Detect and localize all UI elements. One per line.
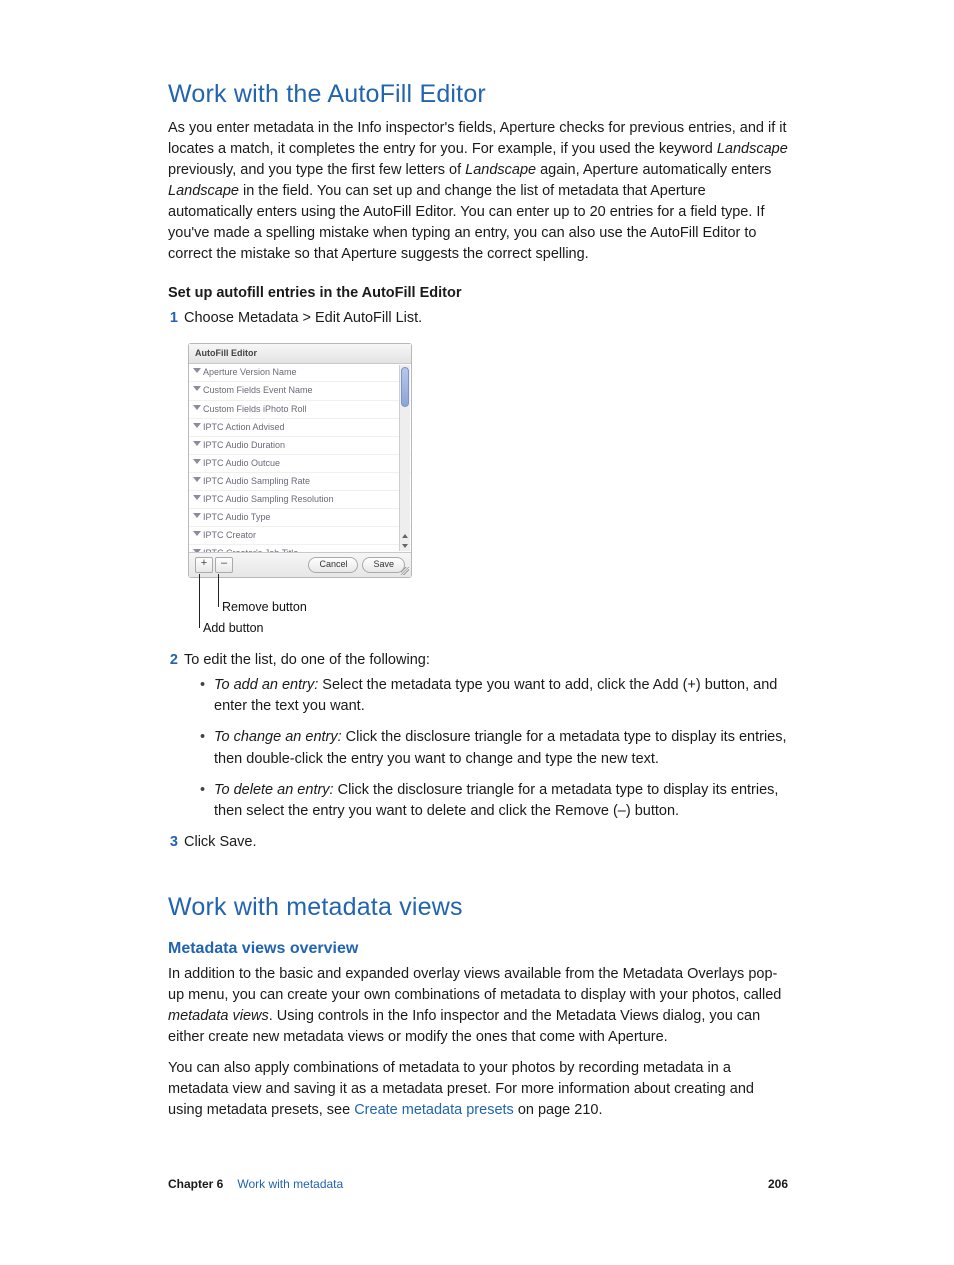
list-item[interactable]: IPTC Creator	[189, 527, 411, 545]
add-button[interactable]: +	[195, 557, 213, 573]
list-item[interactable]: IPTC Creator's Job Title	[189, 545, 411, 553]
step-number: 2	[162, 650, 178, 671]
step-text: Choose Metadata > Edit AutoFill List.	[184, 310, 422, 326]
scroll-down-icon[interactable]	[400, 541, 410, 551]
text: in the field. You can set up and change …	[168, 183, 764, 262]
disclosure-triangle-icon[interactable]	[193, 495, 201, 500]
footer-chapter-name: Work with metadata	[237, 1176, 343, 1193]
disclosure-triangle-icon[interactable]	[193, 459, 201, 464]
disclosure-triangle-icon[interactable]	[193, 423, 201, 428]
text: In addition to the basic and expanded ov…	[168, 966, 781, 1003]
list-item[interactable]: IPTC Action Advised	[189, 419, 411, 437]
step-number: 1	[162, 308, 178, 329]
resize-handle-icon[interactable]	[401, 567, 409, 575]
link-create-metadata-presets[interactable]: Create metadata presets	[354, 1102, 514, 1118]
list-item[interactable]: Custom Fields Event Name	[189, 382, 411, 400]
callout-add: Add button	[203, 619, 263, 637]
bullet-label: To change an entry:	[214, 729, 342, 745]
step-number: 3	[162, 832, 178, 853]
footer-chapter: Chapter 6	[168, 1176, 223, 1193]
disclosure-triangle-icon[interactable]	[193, 386, 201, 391]
remove-button[interactable]: –	[215, 557, 233, 573]
text-italic: Landscape	[168, 183, 239, 199]
scrollbar-thumb[interactable]	[401, 367, 409, 407]
list-item[interactable]: IPTC Audio Outcue	[189, 455, 411, 473]
task-heading: Set up autofill entries in the AutoFill …	[168, 283, 788, 304]
paragraph: You can also apply combinations of metad…	[168, 1058, 788, 1121]
bullet-label: To delete an entry:	[214, 782, 334, 798]
disclosure-triangle-icon[interactable]	[193, 368, 201, 373]
list-item[interactable]: IPTC Audio Sampling Rate	[189, 473, 411, 491]
heading-autofill: Work with the AutoFill Editor	[168, 76, 788, 112]
dialog-title: AutoFill Editor	[189, 344, 411, 364]
bullet-label: To add an entry:	[214, 677, 318, 693]
screenshot-autofill-editor: AutoFill Editor Aperture Version Name Cu…	[188, 343, 788, 640]
list-item[interactable]: IPTC Audio Type	[189, 509, 411, 527]
save-button[interactable]: Save	[362, 557, 405, 573]
step-text: To edit the list, do one of the followin…	[184, 652, 430, 668]
paragraph: As you enter metadata in the Info inspec…	[168, 118, 788, 265]
bullet-item: To add an entry: Select the metadata typ…	[200, 675, 788, 717]
step-text: Click Save.	[184, 834, 257, 850]
list-item[interactable]: IPTC Audio Duration	[189, 437, 411, 455]
text: on page 210.	[514, 1102, 603, 1118]
step-3: 3 Click Save.	[168, 832, 788, 853]
text: previously, and you type the first few l…	[168, 162, 465, 178]
dialog-list[interactable]: Aperture Version Name Custom Fields Even…	[189, 364, 411, 552]
bullet-item: To change an entry: Click the disclosure…	[200, 727, 788, 769]
footer-page-number: 206	[768, 1176, 788, 1193]
step-2: 2 To edit the list, do one of the follow…	[168, 650, 788, 821]
disclosure-triangle-icon[interactable]	[193, 531, 201, 536]
list-item[interactable]: Custom Fields iPhoto Roll	[189, 401, 411, 419]
text: As you enter metadata in the Info inspec…	[168, 120, 787, 157]
callout-remove: Remove button	[222, 598, 307, 616]
scroll-up-icon[interactable]	[400, 531, 410, 541]
disclosure-triangle-icon[interactable]	[193, 477, 201, 482]
list-item[interactable]: Aperture Version Name	[189, 364, 411, 382]
subheading-overview: Metadata views overview	[168, 937, 788, 960]
text-italic: Landscape	[717, 141, 788, 157]
cancel-button[interactable]: Cancel	[308, 557, 358, 573]
disclosure-triangle-icon[interactable]	[193, 405, 201, 410]
heading-metadata-views: Work with metadata views	[168, 889, 788, 925]
disclosure-triangle-icon[interactable]	[193, 513, 201, 518]
list-item[interactable]: IPTC Audio Sampling Resolution	[189, 491, 411, 509]
callouts: Remove button Add button	[188, 578, 448, 640]
bullet-item: To delete an entry: Click the disclosure…	[200, 780, 788, 822]
text: again, Aperture automatically enters	[536, 162, 771, 178]
page-footer: Chapter 6 Work with metadata 206	[168, 1176, 788, 1193]
text-italic: metadata views	[168, 1008, 269, 1024]
disclosure-triangle-icon[interactable]	[193, 441, 201, 446]
step-1: 1 Choose Metadata > Edit AutoFill List. …	[168, 308, 788, 640]
paragraph: In addition to the basic and expanded ov…	[168, 964, 788, 1048]
scrollbar[interactable]	[399, 365, 410, 551]
text-italic: Landscape	[465, 162, 536, 178]
